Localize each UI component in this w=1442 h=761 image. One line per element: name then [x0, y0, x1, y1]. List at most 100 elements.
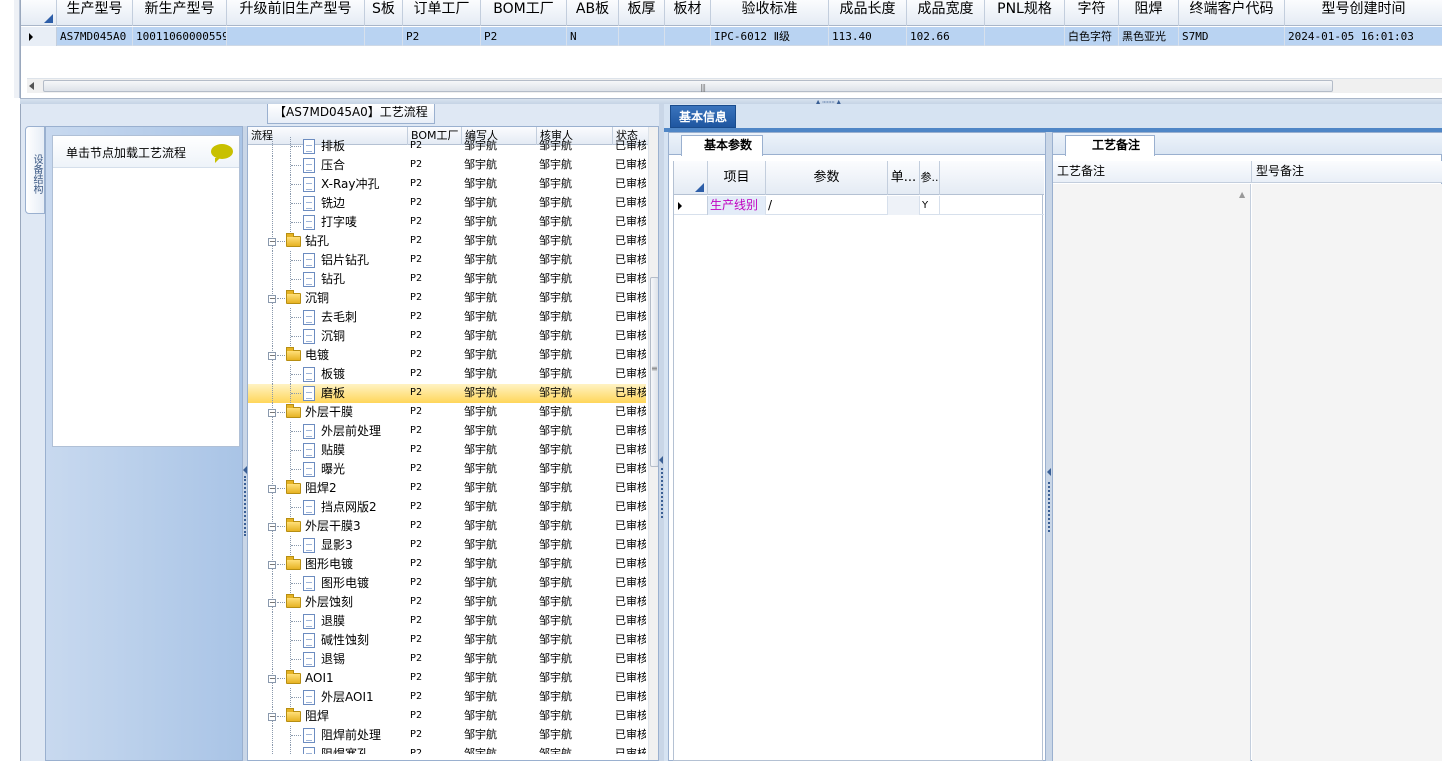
collapse-toggle-icon[interactable]: −: [268, 295, 276, 303]
scrollbar-thumb[interactable]: |||: [43, 80, 1333, 92]
collapse-toggle-icon[interactable]: −: [268, 409, 276, 417]
tree-row[interactable]: 图形电镀 P2 邹宇航 邹宇航 已审核: [248, 574, 646, 593]
tree-row[interactable]: 挡点网版2 P2 邹宇航 邹宇航 已审核: [248, 498, 646, 517]
collapse-toggle-icon[interactable]: −: [268, 238, 276, 246]
tree-row[interactable]: 沉铜 P2 邹宇航 邹宇航 已审核: [248, 327, 646, 346]
cell[interactable]: [619, 27, 665, 46]
col-header[interactable]: 成品长度: [829, 0, 907, 26]
col-header[interactable]: 升级前旧生产型号: [227, 0, 365, 26]
tree-row[interactable]: − 阻焊2 P2 邹宇航 邹宇航 已审核: [248, 479, 646, 498]
col-header[interactable]: 型号创建时间: [1285, 0, 1442, 26]
vertical-tab-equipment[interactable]: 设备结构: [25, 126, 45, 214]
grid-corner[interactable]: [21, 0, 57, 26]
tree-row[interactable]: − 图形电镀 P2 邹宇航 邹宇航 已审核: [248, 555, 646, 574]
tree-row[interactable]: − 电镀 P2 邹宇航 邹宇航 已审核: [248, 346, 646, 365]
cell[interactable]: 102.66: [907, 27, 985, 46]
grid-corner[interactable]: [674, 161, 708, 195]
cell[interactable]: Y: [920, 196, 940, 215]
col-header[interactable]: AB板: [567, 0, 619, 26]
col-header[interactable]: 板厚: [619, 0, 665, 26]
collapse-toggle-icon[interactable]: −: [268, 675, 276, 683]
tree-row[interactable]: 板镀 P2 邹宇航 邹宇航 已审核: [248, 365, 646, 384]
col-header[interactable]: 新生产型号: [133, 0, 227, 26]
tree-row[interactable]: 曝光 P2 邹宇航 邹宇航 已审核: [248, 460, 646, 479]
tree-row[interactable]: 退锡 P2 邹宇航 邹宇航 已审核: [248, 650, 646, 669]
tree-row[interactable]: 去毛刺 P2 邹宇航 邹宇航 已审核: [248, 308, 646, 327]
scroll-up-icon[interactable]: ▲: [1239, 190, 1245, 199]
tree-row[interactable]: 退膜 P2 邹宇航 邹宇航 已审核: [248, 612, 646, 631]
col-header[interactable]: 订单工厂: [403, 0, 481, 26]
col-header[interactable]: S板: [365, 0, 403, 26]
cell[interactable]: 生产线别: [708, 196, 766, 215]
cell[interactable]: S7MD: [1179, 27, 1285, 46]
collapse-toggle-icon[interactable]: −: [268, 523, 276, 531]
col-header[interactable]: 板材: [665, 0, 711, 26]
col-header[interactable]: PNL规格: [985, 0, 1065, 26]
tree-row[interactable]: 打字唛 P2 邹宇航 邹宇航 已审核: [248, 213, 646, 232]
col-header[interactable]: 参..: [920, 161, 940, 195]
table-row[interactable]: 生产线别 / Y: [674, 196, 1044, 215]
row-indicator[interactable]: [674, 196, 708, 215]
tree-row[interactable]: 碱性蚀刻 P2 邹宇航 邹宇航 已审核: [248, 631, 646, 650]
col-header[interactable]: 验收标准: [711, 0, 829, 26]
cell[interactable]: P2: [481, 27, 567, 46]
tree-row[interactable]: 阻焊塞孔 P2 邹宇航 邹宇航 已审核: [248, 745, 646, 754]
hint-card-header[interactable]: 单击节点加载工艺流程: [53, 136, 239, 168]
collapse-left-icon[interactable]: [659, 456, 663, 464]
cell[interactable]: 113.40: [829, 27, 907, 46]
cell[interactable]: 2024-01-05 16:01:03: [1285, 27, 1442, 46]
col-header[interactable]: BOM工厂: [481, 0, 567, 26]
cell[interactable]: AS7MD045A0: [57, 27, 133, 46]
tree-row[interactable]: 铝片钻孔 P2 邹宇航 邹宇航 已审核: [248, 251, 646, 270]
tree-row[interactable]: 外层AOI1 P2 邹宇航 邹宇航 已审核: [248, 688, 646, 707]
model-notes-field[interactable]: [1252, 184, 1442, 761]
tree-row[interactable]: − 外层干膜 P2 邹宇航 邹宇航 已审核: [248, 403, 646, 422]
tree-row[interactable]: − 阻焊 P2 邹宇航 邹宇航 已审核: [248, 707, 646, 726]
collapse-toggle-icon[interactable]: −: [268, 599, 276, 607]
col-header[interactable]: 成品宽度: [907, 0, 985, 26]
tab-basic-info[interactable]: 基本信息: [670, 105, 737, 128]
tree-row[interactable]: 铣边 P2 邹宇航 邹宇航 已审核: [248, 194, 646, 213]
col-header[interactable]: 字符: [1065, 0, 1119, 26]
tree-row[interactable]: X-Ray冲孔 P2 邹宇航 邹宇航 已审核: [248, 175, 646, 194]
process-notes-field[interactable]: ▲: [1053, 184, 1251, 761]
table-row[interactable]: AS7MD045A0 10011060000559 P2 P2 N IPC-60…: [57, 27, 1442, 46]
tree-row[interactable]: − AOI1 P2 邹宇航 邹宇航 已审核: [248, 669, 646, 688]
col-header[interactable]: 终端客户代码: [1179, 0, 1285, 26]
tree-row[interactable]: 显影3 P2 邹宇航 邹宇航 已审核: [248, 536, 646, 555]
tree-row[interactable]: 外层前处理 P2 邹宇航 邹宇航 已审核: [248, 422, 646, 441]
scroll-left-arrow-icon[interactable]: [29, 82, 34, 90]
col-header[interactable]: 生产型号: [57, 0, 133, 26]
collapse-toggle-icon[interactable]: −: [268, 561, 276, 569]
tree-row[interactable]: − 沉铜 P2 邹宇航 邹宇航 已审核: [248, 289, 646, 308]
cell[interactable]: [985, 27, 1065, 46]
collapse-toggle-icon[interactable]: −: [268, 485, 276, 493]
cell[interactable]: 10011060000559: [133, 27, 227, 46]
tree-row[interactable]: 排板 P2 邹宇航 邹宇航 已审核: [248, 137, 646, 156]
collapse-toggle-icon[interactable]: −: [268, 352, 276, 360]
collapse-toggle-icon[interactable]: −: [268, 713, 276, 721]
horizontal-scrollbar[interactable]: |||: [27, 78, 1442, 93]
cell[interactable]: 黑色亚光: [1119, 27, 1179, 46]
row-indicator[interactable]: [21, 27, 57, 46]
tree-row[interactable]: 阻焊前处理 P2 邹宇航 邹宇航 已审核: [248, 726, 646, 745]
cell[interactable]: [227, 27, 365, 46]
cell[interactable]: IPC-6012 Ⅱ级: [711, 27, 829, 46]
cell[interactable]: /: [766, 196, 888, 215]
col-header[interactable]: 项目: [708, 161, 766, 195]
tree-row[interactable]: 压合 P2 邹宇航 邹宇航 已审核: [248, 156, 646, 175]
tree-row[interactable]: − 钻孔 P2 邹宇航 邹宇航 已审核: [248, 232, 646, 251]
cell[interactable]: 白色字符: [1065, 27, 1119, 46]
col-header[interactable]: 单...: [888, 161, 920, 195]
tab-process-notes[interactable]: 工艺备注: [1065, 135, 1156, 156]
col-header[interactable]: 阻焊: [1119, 0, 1179, 26]
cell[interactable]: [665, 27, 711, 46]
cell[interactable]: [365, 27, 403, 46]
col-header[interactable]: 参数: [766, 161, 888, 195]
vertical-scrollbar[interactable]: ≡: [648, 127, 658, 760]
tree-row[interactable]: 磨板 P2 邹宇航 邹宇航 已审核: [248, 384, 646, 403]
tree-row[interactable]: − 外层蚀刻 P2 邹宇航 邹宇航 已审核: [248, 593, 646, 612]
cell[interactable]: P2: [403, 27, 481, 46]
cell[interactable]: N: [567, 27, 619, 46]
cell[interactable]: [888, 196, 920, 215]
